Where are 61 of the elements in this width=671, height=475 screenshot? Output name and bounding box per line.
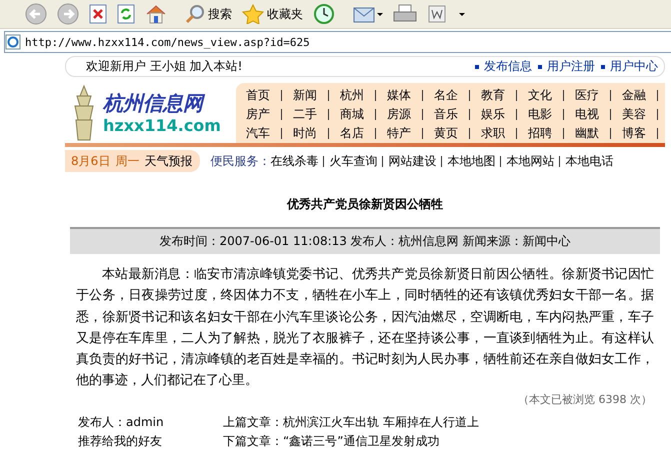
nav-link[interactable]: 名店 [336, 125, 368, 142]
search-icon [185, 4, 205, 24]
weather-link[interactable]: 天气预报 [144, 152, 192, 170]
nav-link[interactable]: 幽默 [571, 125, 603, 142]
welcome-text: 欢迎新用户 王小姐 加入本站! [86, 58, 242, 75]
logo-name: 杭州信息网 [103, 90, 221, 116]
nav-link[interactable]: 杭州 [336, 87, 368, 104]
nav-link[interactable]: 文化 [524, 87, 556, 104]
weekday-text: 周一 [115, 152, 140, 170]
previous-article-link[interactable]: 上篇文章：杭州滨江火车出轨 车厢掉在人行道上 [223, 412, 479, 432]
service-link[interactable]: 本地地图 [447, 152, 496, 170]
nav-link[interactable]: 新闻 [289, 87, 321, 104]
nav-link[interactable]: 娱乐 [477, 106, 509, 123]
nav-link[interactable]: 教育 [477, 87, 509, 104]
logo-domain: hzxx114.com [103, 116, 221, 136]
nav-link[interactable]: 电影 [524, 106, 556, 123]
nav-link[interactable]: 金融 [618, 87, 650, 104]
nav-link[interactable]: 商城 [336, 106, 368, 123]
services-label: 便民服务： [210, 152, 270, 170]
article-title: 优秀共产党员徐新贤因公牺牲 [286, 196, 444, 213]
nav-link[interactable]: 电视 [571, 106, 603, 123]
nav-link[interactable]: 黄页 [430, 125, 462, 142]
nav-link[interactable]: 房产 [242, 106, 274, 123]
bullet-icon [475, 64, 479, 68]
nav-link[interactable]: 特产 [383, 125, 415, 142]
nav-link[interactable]: 求职 [477, 125, 509, 142]
address-field[interactable]: http://www.hzxx114.com/news_view.asp?id=625 [4, 31, 671, 53]
article-meta: 发布时间：2007-06-01 11:08:13 发布人：杭州信息网 新闻来源：新闻中心 [70, 227, 660, 254]
nav-link[interactable]: 汽车 [242, 125, 274, 142]
service-link[interactable]: 火车查询 [329, 152, 378, 170]
publisher-text: 发布人：admin [78, 414, 165, 431]
article-body: 本站最新消息：临安市清凉峰镇党委书记、优秀共产党员徐新贤日前因公牺牲。徐新贤书记因忙于公务，日夜操劳过度，终因体力不支，牺牲在小车上，同时牺牲的还有该镇优秀妇女干部一名。据悉，徐新贤书记和该名妇女干部在小汽车里谈论公务，因汽油燃尽，空调断电，车内闷热严重，车子又是停在车库里，二人为了解热，脱光了衣服裤子，还在坚持谈公事，一直谈到牺牲为止。有这样认真负责的好书记，清凉峰镇的老百姓是幸福的。书记时刻为人民办事，牺牲前还在亲自做妇女工作，他的事迹，人们都记在了心里。 [75, 266, 655, 390]
top-link[interactable]: 用户注册 [547, 58, 595, 75]
date-text: 8月6日 [71, 152, 110, 170]
service-link[interactable]: 在线杀毒 [270, 152, 318, 170]
search-button[interactable]: 搜索 [182, 1, 235, 27]
bullet-icon [538, 64, 542, 68]
nav-link[interactable]: 医疗 [571, 87, 603, 104]
service-link[interactable]: 本地电话 [565, 152, 614, 170]
nav-link[interactable]: 二手 [289, 106, 321, 123]
star-icon [242, 4, 264, 24]
recommend-link[interactable]: 推荐给我的好友 [78, 432, 223, 451]
nav-link[interactable]: 房源 [383, 106, 415, 123]
top-link[interactable]: 发布信息 [484, 58, 532, 75]
next-article-link[interactable]: 下篇文章：“鑫诺三号”通信卫星发射成功 [223, 432, 479, 451]
favorites-button[interactable]: 收藏夹 [239, 1, 306, 27]
nav-link[interactable]: 媒体 [383, 87, 415, 104]
bullet-icon [601, 64, 605, 68]
nav-link[interactable]: 名企 [430, 87, 462, 104]
service-link[interactable]: 本地网站 [506, 152, 554, 170]
nav-link[interactable]: 时尚 [289, 125, 321, 142]
nav-link[interactable]: 美容 [618, 106, 650, 123]
service-link[interactable]: 网站建设 [388, 152, 436, 170]
url-text: http://www.hzxx114.com/news_view.asp?id=625 [25, 36, 310, 48]
nav-link[interactable]: 音乐 [430, 106, 462, 123]
nav-link[interactable]: 招聘 [524, 125, 556, 142]
nav-link[interactable]: 首页 [242, 87, 274, 104]
view-count: （本文已被浏览 6398 次） [518, 392, 652, 407]
page-icon [5, 34, 21, 50]
nav-link[interactable]: 博客 [618, 125, 650, 142]
top-link[interactable]: 用户中心 [610, 58, 658, 75]
